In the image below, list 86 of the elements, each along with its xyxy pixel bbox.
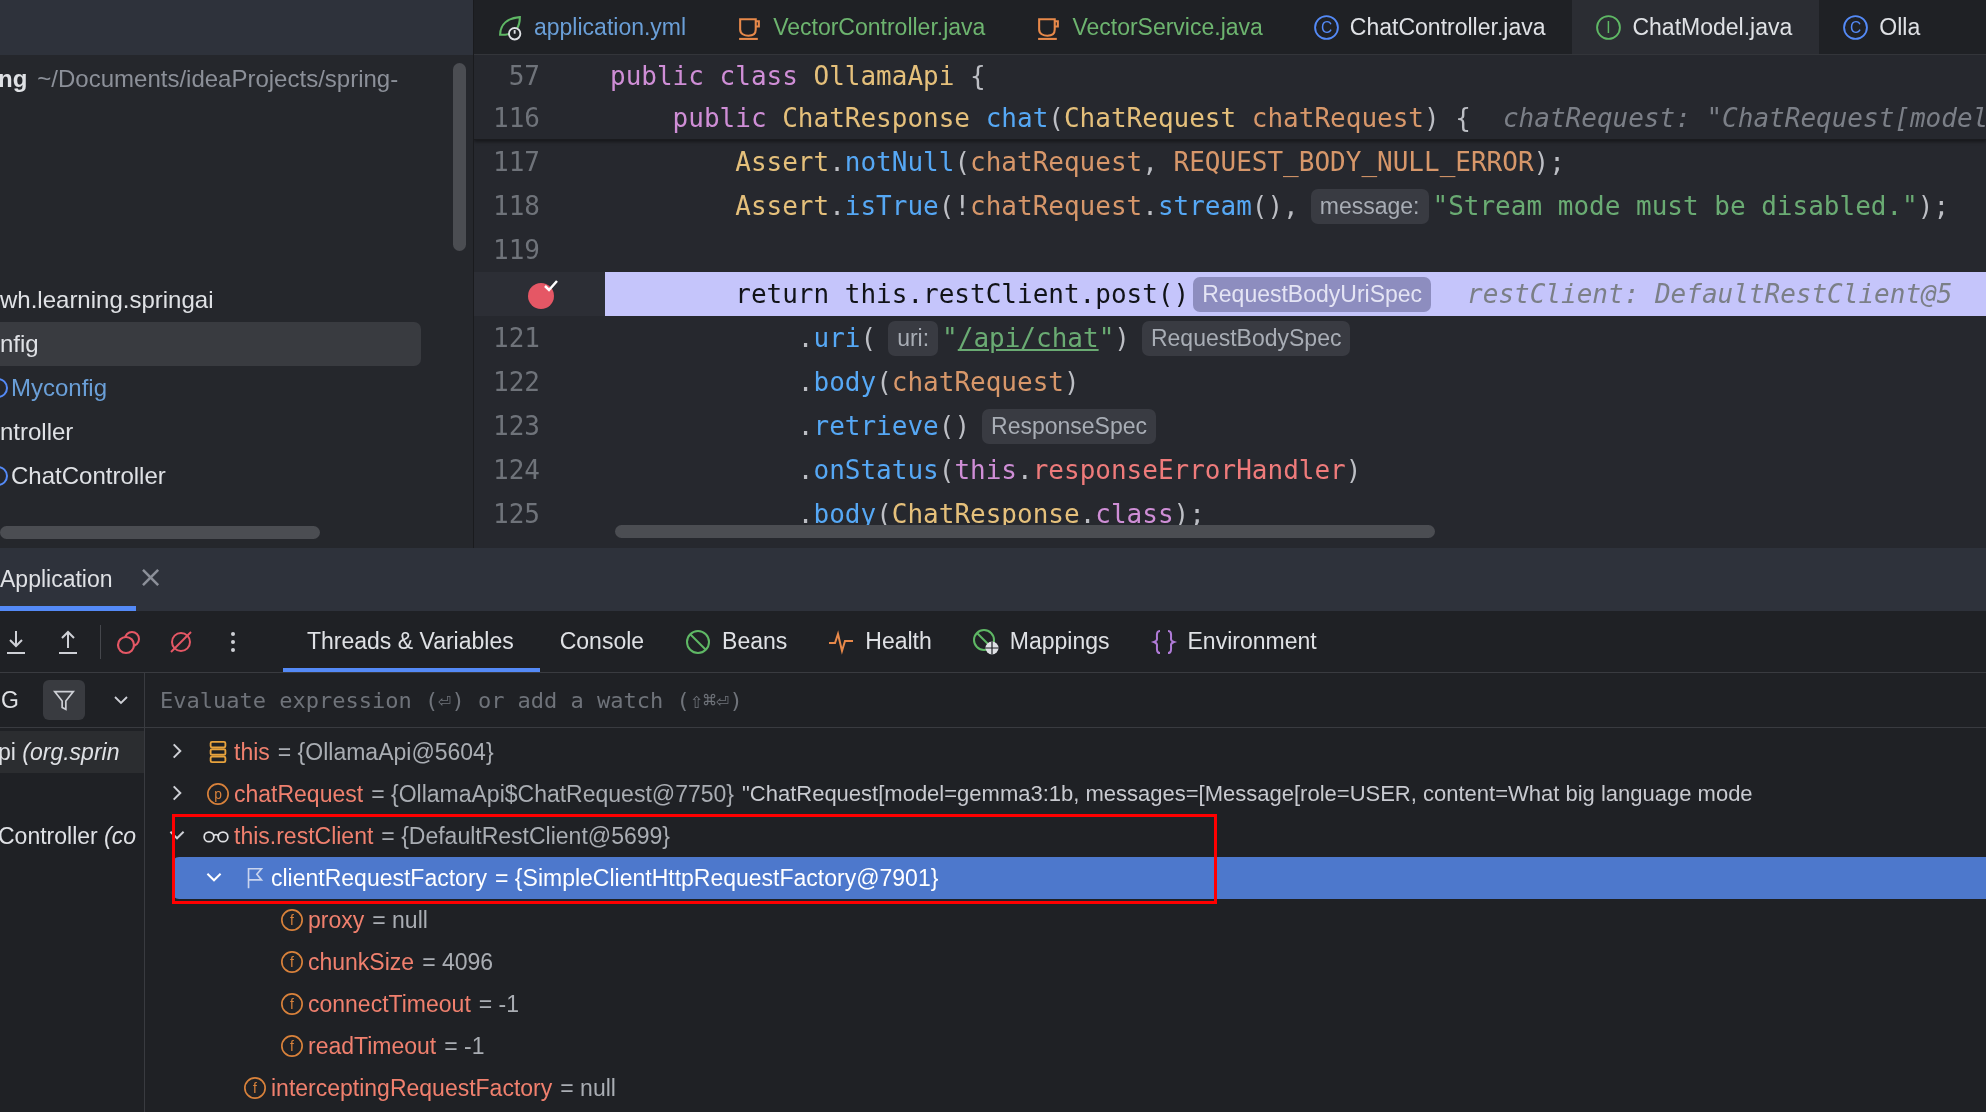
scrollbar-thumb[interactable] xyxy=(0,526,320,539)
tree-item[interactable]: nfig xyxy=(0,322,421,366)
line-number: 123 xyxy=(493,411,540,441)
panel-tab[interactable]: Console xyxy=(539,611,665,672)
panel-tab[interactable]: Threads & Variables xyxy=(283,611,540,672)
field-icon: f xyxy=(280,950,304,974)
param-icon: p xyxy=(206,782,230,806)
line-number: 119 xyxy=(493,235,540,265)
inline-value: restClient: DefaultRestClient@5 xyxy=(1467,279,1953,309)
variable-name: connectTimeout xyxy=(308,990,471,1018)
line-number: 118 xyxy=(493,191,540,221)
variable-name: interceptingRequestFactory xyxy=(271,1074,553,1102)
variable-value: = {OllamaApi@5604} xyxy=(277,738,494,766)
editor-tab[interactable]: C Olla xyxy=(1819,0,1948,54)
line-number: 57 xyxy=(508,61,540,91)
field-icon: f xyxy=(280,992,304,1016)
tree-item[interactable]: ntroller xyxy=(0,410,421,454)
stack-frame[interactable]: pi (org.sprin xyxy=(0,731,144,773)
code-text: .uri( xyxy=(796,323,877,353)
line-number: 121 xyxy=(493,323,540,353)
editor-tab[interactable]: I ChatModel.java xyxy=(1572,0,1820,54)
panel-tab[interactable]: Health xyxy=(807,611,952,672)
variable-name: readTimeout xyxy=(308,1032,437,1060)
editor-tab[interactable]: VectorController.java xyxy=(713,0,1013,54)
code-text: "Stream mode must be disabled."); xyxy=(1432,191,1950,221)
editor-tab[interactable]: VectorService.java xyxy=(1012,0,1290,54)
tree-item[interactable]: wh.learning.springai xyxy=(0,278,421,322)
field-icon: f xyxy=(243,1076,267,1100)
variable-value: = -1 xyxy=(478,990,520,1018)
class-icon: C xyxy=(1312,13,1340,41)
panel-tab[interactable]: Environment xyxy=(1129,611,1337,672)
code-text: Assert.isTrue(!chatRequest.stream(), xyxy=(734,191,1299,221)
variable-name: proxy xyxy=(308,906,365,934)
interface-icon: I xyxy=(1595,13,1623,41)
variable-name: clientRequestFactory xyxy=(271,864,488,892)
variable-value: = null xyxy=(372,906,428,934)
code-text: Assert.notNull(chatRequest, REQUEST_BODY_NULL_ERROR); xyxy=(734,147,1565,177)
inline-value: chatRequest: "ChatRequest[model xyxy=(1502,103,1986,133)
code-text: public class OllamaApi { xyxy=(610,61,986,91)
project-path: ~/Documents/ideaProjects/spring- xyxy=(37,65,399,93)
code-text: .onStatus(this.responseErrorHandler) xyxy=(796,455,1362,485)
line-number: 116 xyxy=(493,103,540,133)
variable-value: = -1 xyxy=(444,1032,485,1060)
code-text: "/api/chat") xyxy=(942,323,1130,353)
stack-frame[interactable]: Controller (co xyxy=(0,815,144,857)
evaluate-field[interactable]: Evaluate expression (⏎) or add a watch (⇧⌘⏎) xyxy=(145,673,1986,727)
scrollbar-thumb[interactable] xyxy=(453,63,466,251)
line-number: 124 xyxy=(493,455,540,485)
code-text: return this.restClient.post() xyxy=(734,279,1190,309)
parameter-hint: RequestBodyUriSpec xyxy=(1193,276,1432,312)
line-number: 117 xyxy=(493,147,540,177)
leaf-icon xyxy=(497,13,524,41)
parameter-hint: message: xyxy=(1310,188,1429,224)
editor-tab[interactable]: application.yml xyxy=(474,0,714,54)
code-text: public ChatResponse chat(ChatRequest chatRequest) { xyxy=(671,103,1471,133)
variable-value: "ChatRequest[model=gemma3:1b, messages=[Message[role=USER, content=What big language mode xyxy=(742,781,1753,807)
line-number: 122 xyxy=(493,367,540,397)
variable-name: this xyxy=(234,738,270,766)
session-tab[interactable]: Application xyxy=(0,548,136,611)
class-icon: C xyxy=(1842,13,1870,41)
variable-value: = {DefaultRestClient@5699} xyxy=(381,822,670,850)
variable-name: this.restClient xyxy=(234,822,374,850)
tree-item[interactable]: Myconfig xyxy=(0,366,421,410)
variable-value: = {OllamaApi$ChatRequest@7750} xyxy=(371,780,734,808)
parameter-hint: ResponseSpec xyxy=(982,408,1157,444)
variable-value: = 4096 xyxy=(422,948,494,976)
field-icon: f xyxy=(280,1034,304,1058)
line-number: 125 xyxy=(493,499,540,529)
frames-header: G xyxy=(1,686,19,714)
panel-tab[interactable]: Beans xyxy=(664,611,808,672)
variable-name: chunkSize xyxy=(308,948,415,976)
project-name: ng xyxy=(0,65,28,93)
parameter-hint: uri: xyxy=(888,320,939,356)
code-text: .body(chatRequest) xyxy=(796,367,1080,397)
filter-button[interactable] xyxy=(42,680,85,720)
field-icon: f xyxy=(280,908,304,932)
parameter-hint: RequestBodySpec xyxy=(1141,320,1351,356)
code-text: .retrieve() xyxy=(796,411,971,441)
variable-value: = {SimpleClientHttpRequestFactory@7901} xyxy=(495,864,939,892)
scrollbar-thumb[interactable] xyxy=(615,525,1435,538)
variable-name: chatRequest xyxy=(234,780,364,808)
tree-item[interactable]: ChatController xyxy=(0,454,421,498)
panel-tab[interactable]: Mappings xyxy=(951,611,1130,672)
editor-tab[interactable]: C ChatController.java xyxy=(1289,0,1573,54)
braces-icon xyxy=(1149,627,1178,656)
variable-value: = null xyxy=(560,1074,616,1102)
